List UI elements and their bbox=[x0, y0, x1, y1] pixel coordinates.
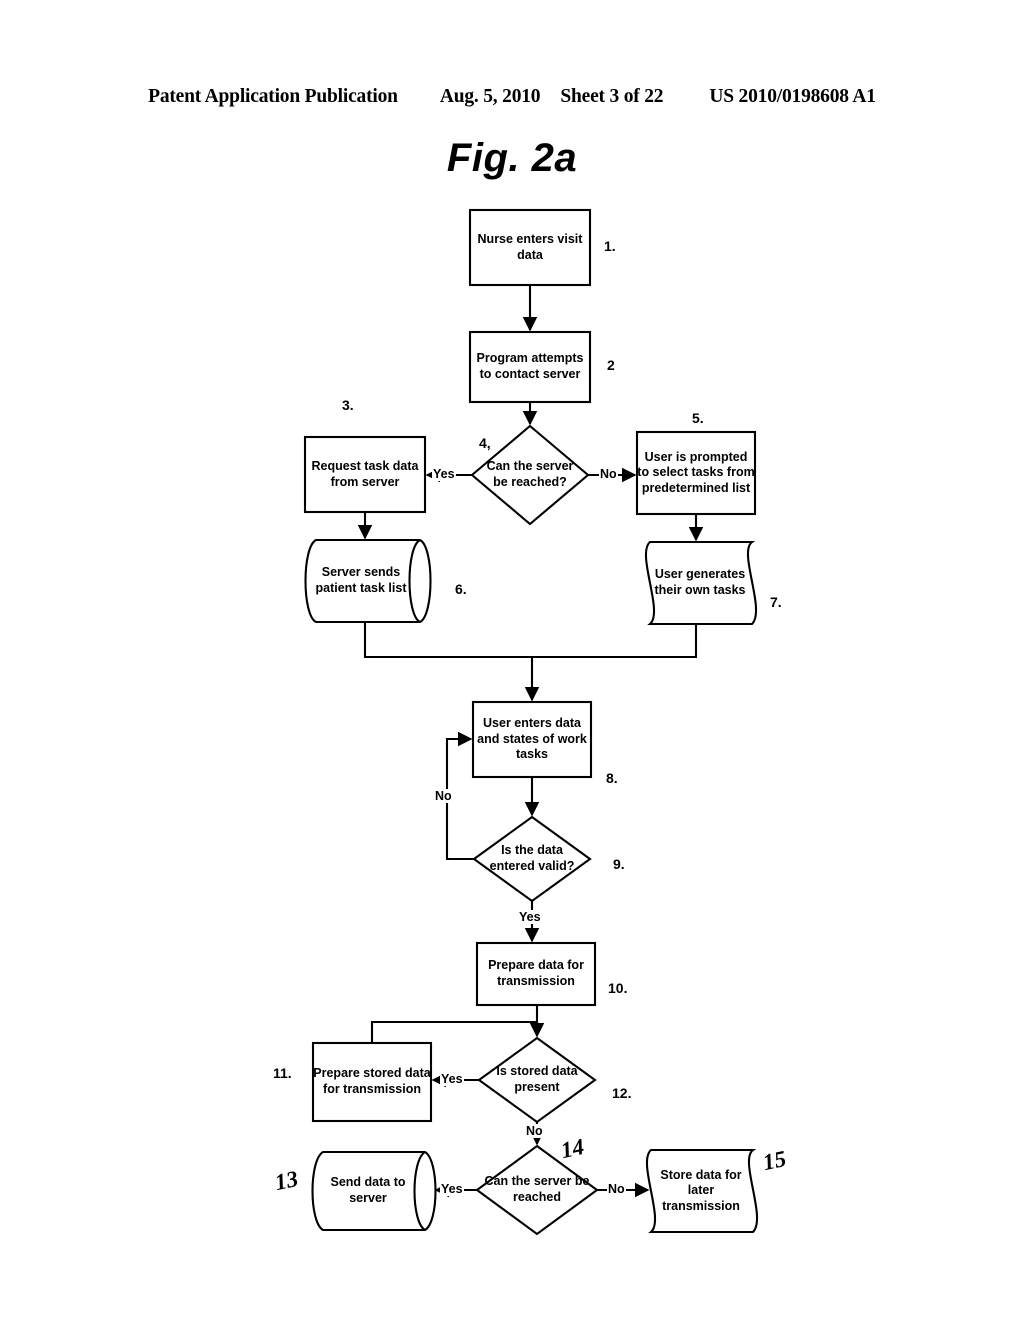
step-number-n3: 3. bbox=[342, 397, 354, 413]
step-number-n9: 9. bbox=[613, 856, 625, 872]
edge-label-n12-n11: Yes bbox=[440, 1072, 464, 1086]
node-shape-n15 bbox=[645, 1148, 759, 1234]
node-shape-n11 bbox=[311, 1041, 433, 1123]
edge-n6-n8 bbox=[363, 622, 532, 659]
node-shape-n1 bbox=[468, 208, 592, 287]
flowchart-canvas bbox=[303, 208, 759, 1236]
edge-label-n4-n3: Yes bbox=[432, 467, 456, 481]
step-number-n7: 7. bbox=[770, 594, 782, 610]
edge-label-n9-n10: Yes bbox=[518, 910, 542, 924]
step-number-n4: 4, bbox=[479, 435, 491, 451]
edge-label-n14-n15: No bbox=[607, 1182, 626, 1196]
node-shape-n10 bbox=[475, 941, 597, 1007]
edge-label-n12-n14: No bbox=[525, 1124, 544, 1138]
node-shape-n9 bbox=[472, 815, 592, 903]
node-shape-n3 bbox=[303, 435, 427, 514]
flowchart: Nurse enters visit data Program attempts… bbox=[0, 0, 1024, 1320]
step-number-n6: 6. bbox=[455, 581, 467, 597]
step-number-n2: 2 bbox=[607, 357, 615, 373]
step-number-n11: 11. bbox=[273, 1065, 292, 1081]
step-number-n1: 1. bbox=[604, 238, 616, 254]
edge-n11-n12 bbox=[370, 1020, 537, 1043]
step-number-n12: 12. bbox=[612, 1085, 632, 1101]
node-shape-n8 bbox=[471, 700, 593, 779]
node-shape-n2 bbox=[468, 330, 592, 404]
edge-n7-n8 bbox=[532, 624, 698, 659]
edge-label-n14-n13: Yes bbox=[440, 1182, 464, 1196]
edge-label-n4-n5: No bbox=[599, 467, 618, 481]
node-shape-n5 bbox=[635, 430, 757, 516]
step-number-n10: 10. bbox=[608, 980, 628, 996]
step-number-n8: 8. bbox=[606, 770, 618, 786]
step-number-n5: 5. bbox=[692, 410, 704, 426]
node-shape-n12 bbox=[477, 1036, 597, 1124]
edge-label-n9-n8: No bbox=[434, 789, 453, 803]
node-shape-n7 bbox=[644, 540, 758, 626]
